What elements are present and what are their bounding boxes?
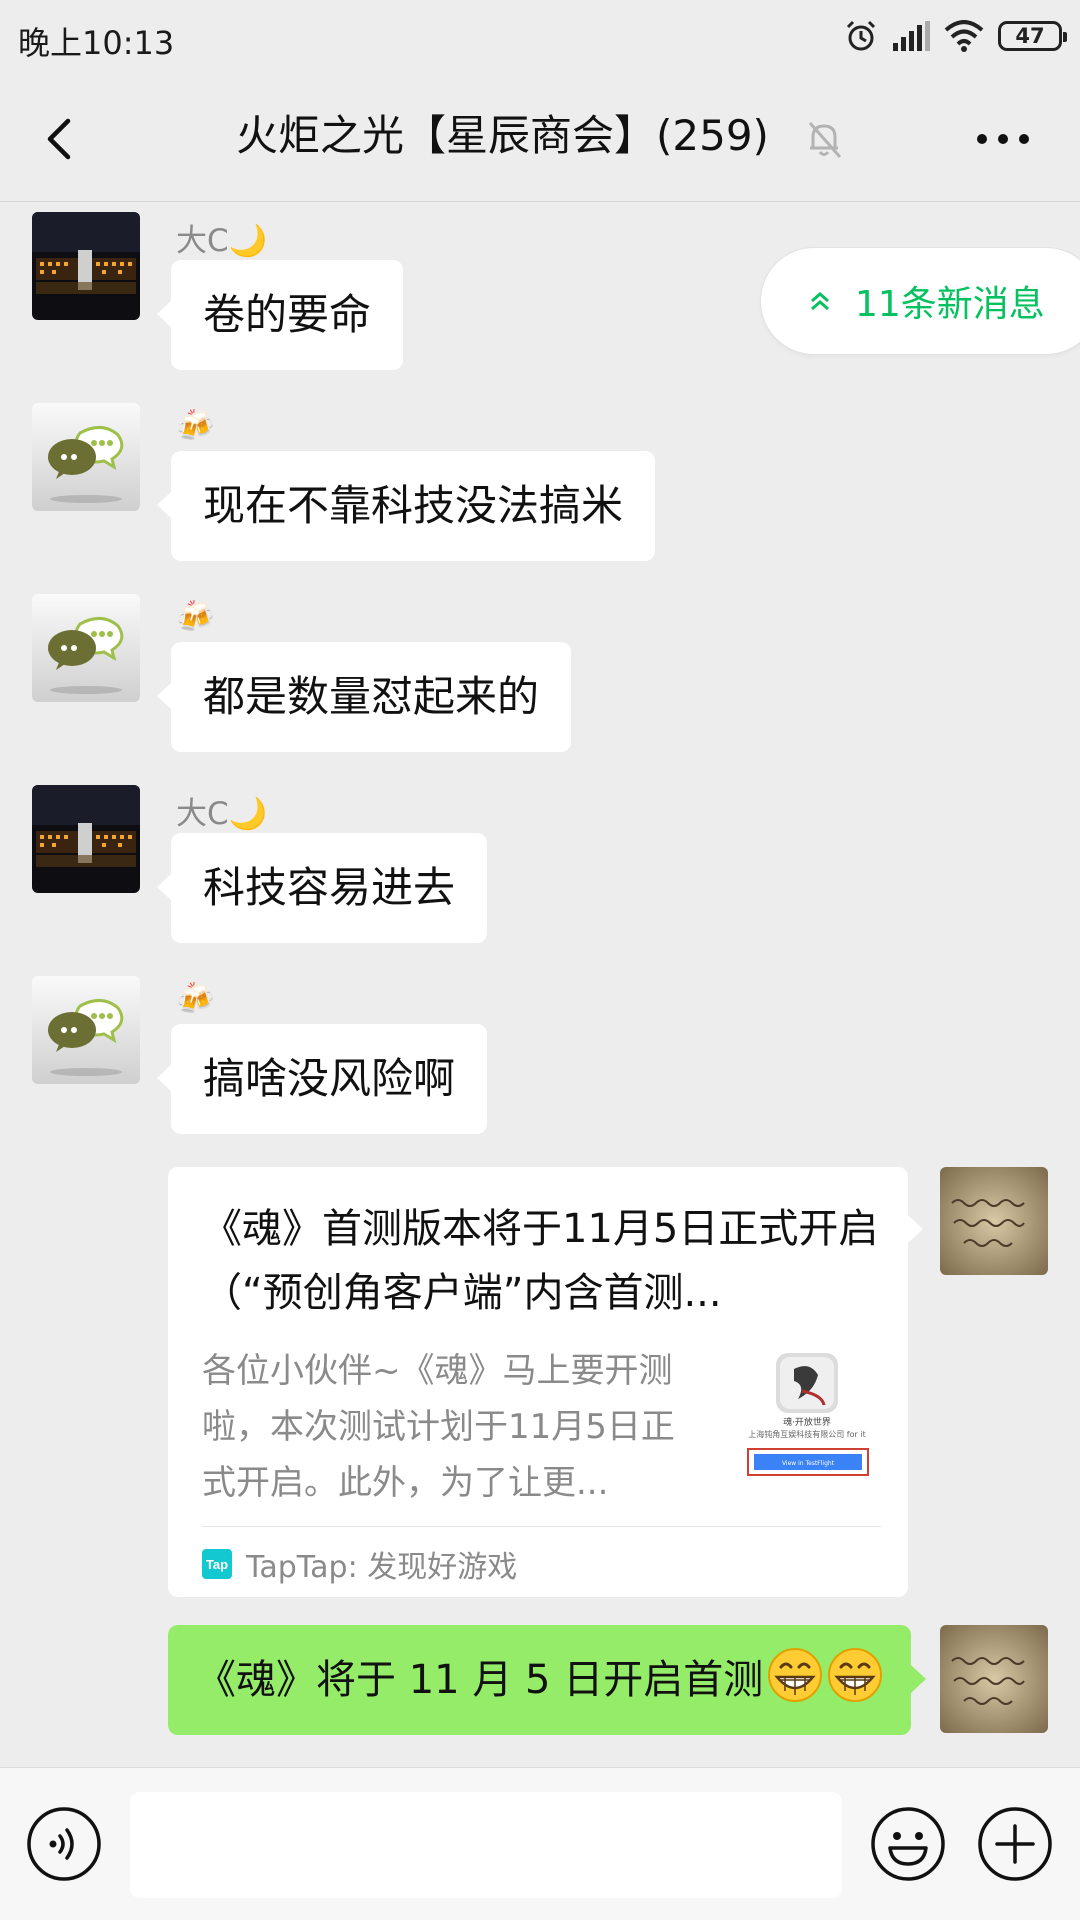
- grinning-face-emoji: [828, 1648, 883, 1702]
- thumb-app-company: 上海钝角互娱科技有限公司 for it: [748, 1429, 865, 1439]
- signal-icon: [893, 21, 930, 51]
- battery-level: 47: [1015, 24, 1045, 48]
- sender-name: 🍻: [176, 408, 215, 444]
- status-bar: 晚上10:13 47: [0, 0, 1080, 76]
- chat-title: 火炬之光【星辰商会】(259): [236, 111, 769, 160]
- message-bubble[interactable]: 卷的要命: [156, 260, 404, 370]
- avatar[interactable]: [32, 212, 140, 320]
- more-functions-button[interactable]: [977, 1806, 1053, 1882]
- status-icons: 47: [844, 16, 1067, 56]
- thumb-app-name: 魂·开放世界: [783, 1416, 831, 1428]
- message-bubble[interactable]: 现在不靠科技没法搞米: [156, 451, 656, 561]
- night-building-avatar: [32, 212, 140, 320]
- wifi-icon: [944, 20, 984, 52]
- avatar[interactable]: [32, 594, 140, 702]
- more-dots-icon: [977, 134, 1029, 144]
- sender-name: 🍻: [176, 981, 215, 1017]
- handwriting-avatar: [940, 1625, 1048, 1733]
- my-avatar[interactable]: [940, 1625, 1048, 1733]
- sender-name: 大C🌙: [176, 223, 268, 259]
- shared-link-card[interactable]: 《魂》首测版本将于11月5日正式开启（“预创角客户端”内含首测... 各位小伙伴…: [168, 1167, 923, 1597]
- link-card-thumbnail: 魂·开放世界 上海钝角互娱科技有限公司 for it View in TestF…: [736, 1351, 878, 1491]
- new-messages-button[interactable]: 11条新消息: [760, 247, 1080, 355]
- back-arrow-icon: [47, 118, 71, 160]
- avatar[interactable]: [32, 785, 140, 893]
- chat-bubbles-avatar: [32, 594, 140, 702]
- battery-icon: 47: [998, 21, 1067, 51]
- message-bubble[interactable]: 科技容易进去: [156, 833, 488, 943]
- grinning-face-emoji: [768, 1648, 823, 1702]
- link-card-source-text: TapTap: 发现好游戏: [246, 1550, 518, 1585]
- double-chevron-up-icon: [811, 292, 829, 311]
- mute-bell-icon: [802, 117, 846, 161]
- message-list[interactable]: 大C🌙 卷的要命 11条新消息 🍻 现在不靠科技没法搞米 🍻 都是数量怼起来的 …: [0, 203, 1080, 1767]
- taptap-logo-icon: Tap: [202, 1549, 232, 1579]
- thumb-testflight-button: View in TestFlight: [782, 1460, 835, 1467]
- more-button[interactable]: [968, 114, 1038, 164]
- voice-icon: [27, 1807, 101, 1881]
- handwriting-avatar: [940, 1167, 1048, 1275]
- sender-name: 🍻: [176, 599, 215, 635]
- link-card-divider: [202, 1526, 882, 1527]
- my-avatar[interactable]: [940, 1167, 1048, 1275]
- message-bubble[interactable]: 搞啥没风险啊: [156, 1024, 488, 1134]
- message-input[interactable]: [130, 1792, 842, 1898]
- link-card-source: Tap TapTap: 发现好游戏: [202, 1541, 517, 1587]
- game-app-thumbnail: 魂·开放世界 上海钝角互娱科技有限公司 for it View in TestF…: [747, 1353, 869, 1476]
- sender-name: 大C🌙: [176, 796, 268, 832]
- input-bar: [0, 1767, 1080, 1920]
- my-message-bubble[interactable]: 《魂》将于 11 月 5 日开启首测: [168, 1625, 927, 1735]
- new-messages-label: 11条新消息: [855, 284, 1045, 325]
- alarm-icon: [846, 20, 876, 51]
- emoji-icon: [871, 1807, 945, 1881]
- night-building-avatar: [32, 785, 140, 893]
- status-time: 晚上10:13: [18, 24, 175, 62]
- avatar[interactable]: [32, 403, 140, 511]
- message-bubble[interactable]: 都是数量怼起来的: [156, 642, 572, 752]
- plus-icon: [978, 1807, 1052, 1881]
- voice-button[interactable]: [26, 1806, 102, 1882]
- back-button[interactable]: [30, 109, 90, 169]
- link-card-description: 各位小伙伴~《魂》马上要开测啦，本次测试计划于11月5日正式开启。此外，为了让更…: [202, 1351, 675, 1503]
- emoji-button[interactable]: [870, 1806, 946, 1882]
- chat-bubbles-avatar: [32, 403, 140, 511]
- chat-bubbles-avatar: [32, 976, 140, 1084]
- link-card-title: 《魂》首测版本将于11月5日正式开启（“预创角客户端”内含首测...: [202, 1206, 879, 1316]
- chat-header: 火炬之光【星辰商会】(259): [0, 76, 1080, 202]
- avatar[interactable]: [32, 976, 140, 1084]
- my-message-text: 《魂》将于 11 月 5 日开启首测: [196, 1657, 764, 1703]
